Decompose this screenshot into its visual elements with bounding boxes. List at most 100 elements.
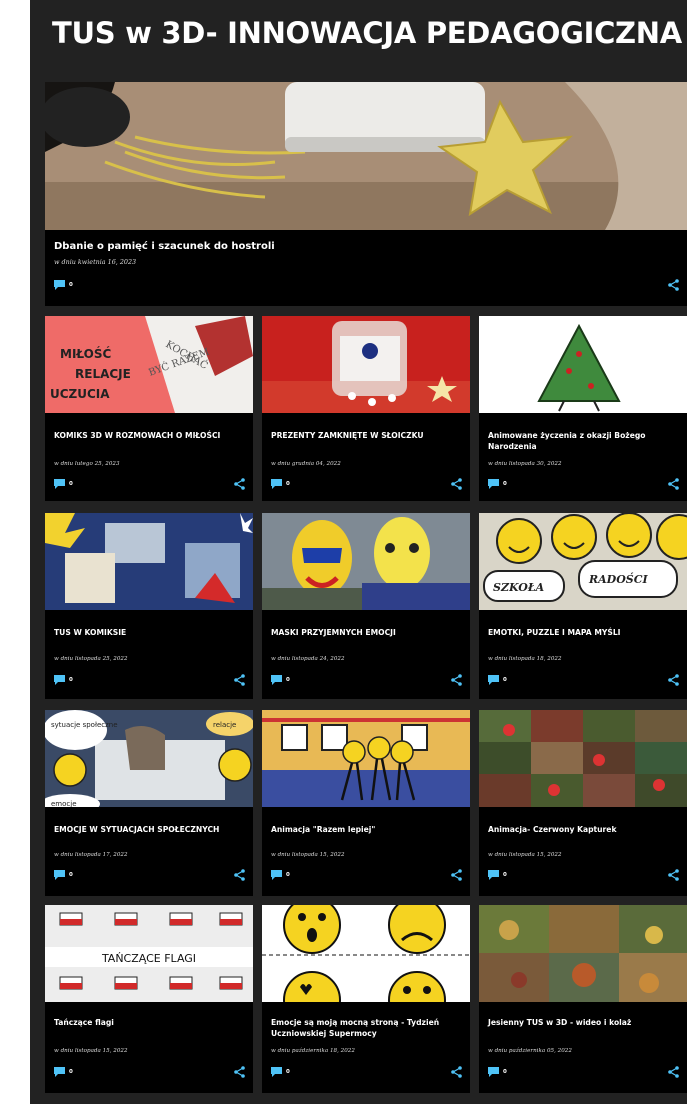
post-card[interactable]: Jesienny TUS w 3D - wideo i kolaż w dniu… [479,905,687,1093]
post-thumbnail[interactable] [479,316,687,413]
post-date[interactable]: w dniu listopada 24, 2022 [271,656,345,662]
comment-icon[interactable] [54,1067,65,1077]
share-icon[interactable] [451,674,462,686]
post-card[interactable]: Animacja- Czerwony Kapturek w dniu listo… [479,710,687,896]
blog-container: TUS w 3D- INNOWACJA PEDAGOGICZNA Dbanie … [30,0,687,1104]
post-date[interactable]: w dniu listopada 15, 2022 [271,852,345,858]
post-thumbnail[interactable] [262,905,470,1002]
comment-count: 0 [69,282,73,288]
post-title[interactable]: EMOCJE W SYTUACJACH SPOŁECZNYCH [54,824,243,835]
share-icon[interactable] [668,869,679,881]
post-card[interactable]: SZKOŁA RADOŚCI EMOTKI, PUZZLE I MAPA MYŚ… [479,513,687,699]
comment-count: 0 [503,1069,507,1075]
comment-icon[interactable] [488,1067,499,1077]
post-card[interactable]: Animowane życzenia z okazji Bożego Narod… [479,316,687,501]
post-date[interactable]: w dniu grudnia 04, 2022 [271,461,341,467]
post-thumbnail[interactable] [479,710,687,807]
share-icon[interactable] [451,869,462,881]
share-icon[interactable] [668,478,679,490]
post-title[interactable]: Animowane życzenia z okazji Bożego Narod… [488,430,677,452]
post-date[interactable]: w dniu lutego 25, 2023 [54,461,120,467]
post-thumbnail[interactable]: sytuacje społeczne relacje emocje [45,710,253,807]
featured-post-card[interactable]: Dbanie o pamięć i szacunek do hostroli w… [45,82,687,306]
post-title[interactable]: Jesienny TUS w 3D - wideo i kolaż [488,1017,677,1028]
comment-count: 0 [69,677,73,683]
post-date[interactable]: w dniu listopada 30, 2022 [488,461,562,467]
comment-count: 0 [69,481,73,487]
comment-count: 0 [503,872,507,878]
comment-icon[interactable] [271,675,282,685]
post-title[interactable]: TUS W KOMIKSIE [54,627,243,638]
comment-icon[interactable] [54,675,65,685]
svg-text:SZKOŁA: SZKOŁA [493,581,545,594]
svg-text:emocje: emocje [51,800,77,807]
post-title[interactable]: Emocje są moją mocną stroną - Tydzień Uc… [271,1017,460,1039]
comment-count: 0 [286,481,290,487]
share-icon[interactable] [451,1066,462,1078]
share-icon[interactable] [234,869,245,881]
post-date[interactable]: w dniu listopada 17, 2022 [54,852,128,858]
post-card[interactable]: sytuacje społeczne relacje emocje EMOCJE… [45,710,253,896]
post-date[interactable]: w dniu kwietnia 16, 2023 [54,258,136,266]
svg-text:UCZUCIA: UCZUCIA [50,387,110,401]
post-thumbnail[interactable] [45,82,687,230]
post-card[interactable]: KOCHAĆ BYĆ RAZEM MIŁOŚĆ RELACJE UCZUCIA … [45,316,253,501]
post-card[interactable]: TAŃCZĄCE FLAGI Tańczące flagi w dniu lis… [45,905,253,1093]
share-icon[interactable] [668,279,679,291]
comment-count: 0 [503,481,507,487]
post-title[interactable]: Tańczące flagi [54,1017,243,1028]
post-date[interactable]: w dniu listopada 18, 2022 [488,656,562,662]
post-thumbnail[interactable]: KOCHAĆ BYĆ RAZEM MIŁOŚĆ RELACJE UCZUCIA [45,316,253,413]
post-card[interactable]: MASKI PRZYJEMNYCH EMOCJI w dniu listopad… [262,513,470,699]
post-title[interactable]: KOMIKS 3D W ROZMOWACH O MIŁOŚCI [54,430,243,441]
post-thumbnail[interactable]: TAŃCZĄCE FLAGI [45,905,253,1002]
post-title[interactable]: MASKI PRZYJEMNYCH EMOCJI [271,627,460,638]
post-title[interactable]: EMOTKI, PUZZLE I MAPA MYŚLI [488,627,677,638]
svg-text:RADOŚCI: RADOŚCI [588,572,648,586]
comment-icon[interactable] [488,675,499,685]
post-thumbnail[interactable]: SZKOŁA RADOŚCI [479,513,687,610]
svg-text:RELACJE: RELACJE [75,367,131,381]
post-date[interactable]: w dniu listopada 15, 2022 [488,852,562,858]
comment-count: 0 [69,872,73,878]
post-card[interactable]: PREZENTY ZAMKNIĘTE W SŁOICZKU w dniu gru… [262,316,470,501]
post-thumbnail[interactable] [45,513,253,610]
share-icon[interactable] [668,674,679,686]
post-thumbnail[interactable] [262,316,470,413]
comment-icon[interactable] [54,870,65,880]
share-icon[interactable] [668,1066,679,1078]
post-date[interactable]: w dniu października 18, 2022 [271,1048,355,1054]
post-title[interactable]: PREZENTY ZAMKNIĘTE W SŁOICZKU [271,430,460,441]
post-title[interactable]: Dbanie o pamięć i szacunek do hostroli [54,240,677,253]
post-thumbnail[interactable] [262,710,470,807]
comment-icon[interactable] [488,870,499,880]
comment-icon[interactable] [271,1067,282,1077]
comment-count: 0 [69,1069,73,1075]
share-icon[interactable] [234,674,245,686]
svg-text:MIŁOŚĆ: MIŁOŚĆ [60,346,112,361]
post-date[interactable]: w dniu października 05, 2022 [488,1048,572,1054]
svg-text:TAŃCZĄCE FLAGI: TAŃCZĄCE FLAGI [101,952,196,965]
comment-icon[interactable] [271,479,282,489]
share-icon[interactable] [234,1066,245,1078]
post-title[interactable]: Animacja- Czerwony Kapturek [488,824,677,835]
blog-title[interactable]: TUS w 3D- INNOWACJA PEDAGOGICZNA [52,16,682,50]
comment-icon[interactable] [54,479,65,489]
share-icon[interactable] [234,478,245,490]
svg-text:sytuacje społeczne: sytuacje społeczne [51,721,118,729]
comment-icon[interactable] [488,479,499,489]
post-date[interactable]: w dniu listopada 15, 2022 [54,1048,128,1054]
post-thumbnail[interactable] [479,905,687,1002]
post-date[interactable]: w dniu listopada 25, 2022 [54,656,128,662]
comment-count: 0 [286,677,290,683]
comment-icon[interactable] [271,870,282,880]
post-thumbnail[interactable] [262,513,470,610]
post-card[interactable]: Emocje są moją mocną stroną - Tydzień Uc… [262,905,470,1093]
post-card[interactable]: Animacja "Razem lepiej" w dniu listopada… [262,710,470,896]
share-icon[interactable] [451,478,462,490]
post-title[interactable]: Animacja "Razem lepiej" [271,824,460,835]
comment-icon[interactable] [54,280,65,290]
post-card[interactable]: TUS W KOMIKSIE w dniu listopada 25, 2022… [45,513,253,699]
comment-count: 0 [503,677,507,683]
comment-count: 0 [286,872,290,878]
